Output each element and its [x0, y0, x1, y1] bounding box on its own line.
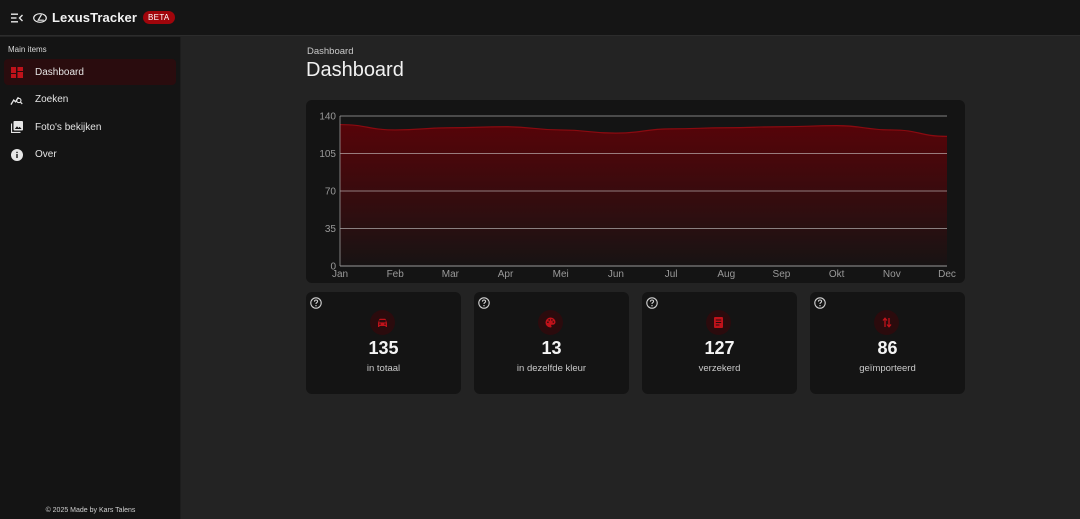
- car-icon: [370, 310, 395, 335]
- y-tick-label: 140: [319, 112, 336, 123]
- sidebar-item-label: Zoeken: [35, 94, 69, 105]
- x-tick-label: Dec: [938, 269, 956, 280]
- sidebar-item-label: Dashboard: [35, 66, 84, 78]
- photo-library-icon: [10, 121, 23, 134]
- page-title: Dashboard: [306, 59, 404, 81]
- help-icon[interactable]: [310, 296, 322, 309]
- stat-value: 127: [704, 338, 735, 358]
- sidebar-item-label: Over: [35, 149, 57, 160]
- stat-value: 86: [877, 338, 898, 358]
- x-tick-label: Jan: [332, 269, 348, 280]
- chart-area-fill: [340, 124, 947, 266]
- y-tick-label: 70: [325, 187, 337, 198]
- sidebar-footer: © 2025 Made by Kars Talens: [45, 507, 136, 514]
- sidebar-item-fotos[interactable]: Foto's bekijken: [4, 114, 176, 140]
- document-icon: [706, 310, 731, 335]
- stat-value: 135: [368, 338, 399, 358]
- x-tick-label: Jun: [608, 269, 624, 280]
- search-car-icon: [10, 93, 23, 106]
- chart-card: 0 35 70 105 140 Jan Feb Mar Apr Mei Jun Jul Aug Sep Ok…: [306, 100, 965, 283]
- breadcrumb[interactable]: Dashboard: [307, 46, 353, 57]
- beta-badge: BETA: [143, 11, 175, 24]
- x-tick-label: Apr: [498, 269, 514, 280]
- sidebar-nav: Dashboard Zoeken Foto's bekijken Over: [4, 59, 176, 169]
- x-tick-label: Okt: [829, 269, 845, 280]
- x-tick-label: Aug: [717, 269, 735, 280]
- app-brand[interactable]: LexusTracker: [52, 10, 137, 25]
- help-icon[interactable]: [814, 296, 826, 309]
- stat-card-imported: 86 geïmporteerd: [810, 292, 965, 394]
- x-tick-label: Mar: [442, 269, 460, 280]
- menu-collapse-icon[interactable]: [11, 12, 23, 24]
- x-tick-label: Feb: [387, 269, 405, 280]
- monthly-area-chart: 03570105140Jan Feb Mar Apr Mei Jun Jul Aug Sep Ok…: [319, 112, 956, 281]
- y-tick-label: 35: [325, 224, 337, 235]
- help-icon[interactable]: [478, 296, 490, 309]
- sidebar-item-label: Foto's bekijken: [35, 121, 102, 133]
- stat-label: in totaal: [366, 363, 401, 374]
- sidebar-section-label: Main items: [8, 45, 47, 54]
- stat-value: 13: [541, 338, 562, 358]
- dashboard-icon: [10, 66, 23, 79]
- stat-label: verzekerd: [698, 363, 741, 374]
- x-tick-label: Jul: [665, 269, 678, 280]
- import-arrows-icon: [874, 310, 899, 335]
- x-tick-label: Nov: [883, 269, 901, 280]
- info-icon: [10, 148, 23, 161]
- x-tick-label: Sep: [773, 269, 791, 280]
- stat-card-same-color: 13 in dezelfde kleur: [474, 292, 629, 394]
- stat-card-insured: 127 verzekerd: [642, 292, 797, 394]
- x-tick-label: Mei: [553, 269, 569, 280]
- stat-card-total: 135 in totaal: [306, 292, 461, 394]
- palette-icon: [538, 310, 563, 335]
- lexus-logo-icon: [33, 11, 47, 25]
- y-tick-label: 105: [319, 149, 336, 160]
- sidebar-item-dashboard[interactable]: Dashboard: [4, 59, 176, 85]
- help-icon[interactable]: [646, 296, 658, 309]
- sidebar-item-over[interactable]: Over: [4, 142, 176, 168]
- top-app-bar: LexusTracker BETA: [0, 0, 1080, 36]
- stat-label: geïmporteerd: [859, 363, 916, 374]
- sidebar-item-zoeken[interactable]: Zoeken: [4, 87, 176, 113]
- stat-label: in dezelfde kleur: [516, 363, 587, 374]
- sidebar: Main items Dashboard Zoeken Foto's bekij…: [0, 37, 181, 519]
